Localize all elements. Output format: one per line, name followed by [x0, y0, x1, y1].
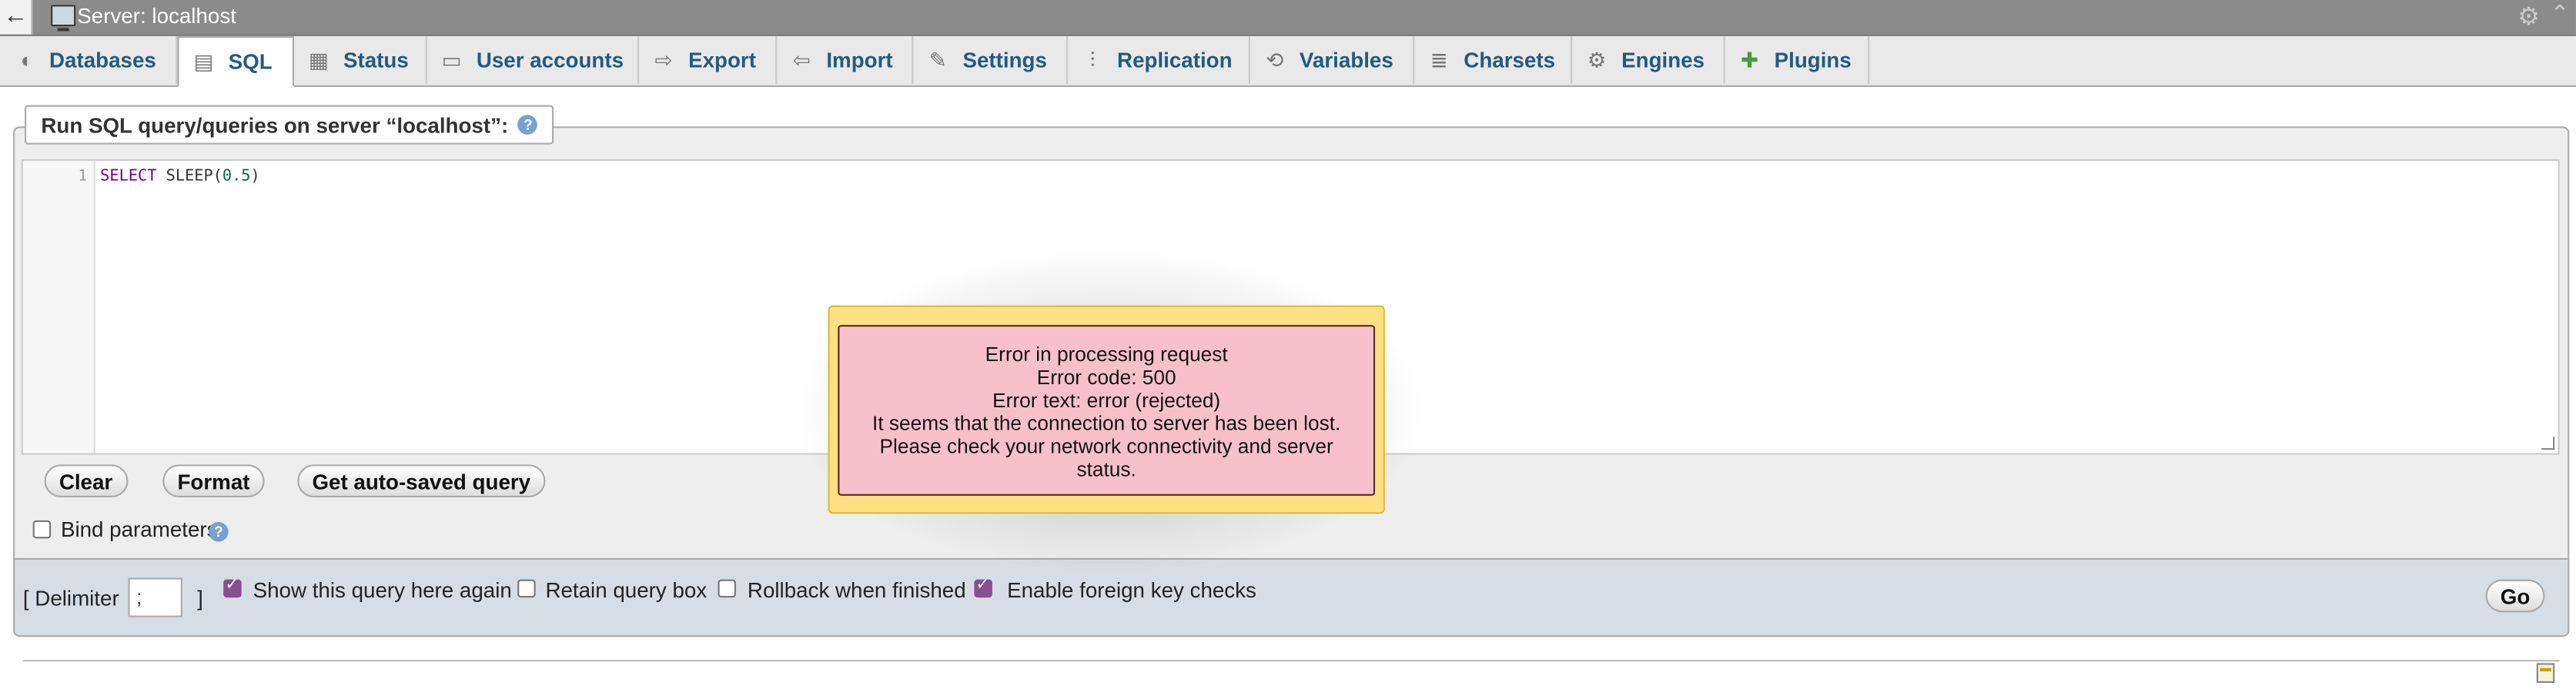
back-button[interactable]: ←	[0, 0, 33, 35]
tab-status[interactable]: ▦ Status	[294, 35, 427, 84]
gear-icon[interactable]: ⚙	[2517, 2, 2540, 31]
export-icon: ⇨	[654, 46, 673, 72]
top-bar: ← Server: localhost ⚙ ⌃	[0, 0, 2576, 36]
tab-label: Variables	[1299, 47, 1393, 72]
tab-charsets[interactable]: ≣ Charsets	[1414, 35, 1573, 84]
tab-label: Import	[826, 47, 893, 72]
error-dialog: Error in processing request Error code: …	[828, 305, 1385, 514]
code-number: 0.5	[222, 167, 251, 186]
tab-label: Engines	[1621, 47, 1705, 72]
tab-plugins[interactable]: ✚ Plugins	[1725, 35, 1870, 84]
tab-databases[interactable]: ◖ Databases	[0, 35, 178, 84]
show-query-label[interactable]: Show this query here again	[253, 577, 512, 602]
retain-query-box-label[interactable]: Retain query box	[545, 577, 707, 602]
code-function: SLEEP(	[156, 167, 222, 186]
bind-parameters-checkbox[interactable]	[32, 520, 52, 539]
tab-label: Export	[688, 47, 756, 72]
replication-icon: ⫶	[1089, 46, 1096, 72]
variables-icon: ⟲	[1266, 46, 1284, 72]
delimiter-close: ]	[197, 586, 203, 611]
tab-variables[interactable]: ⟲ Variables	[1250, 35, 1415, 84]
error-text: Error text: error (rejected)	[992, 389, 1221, 413]
delimiter-label: [ Delimiter	[22, 586, 119, 611]
tab-label: Plugins	[1774, 47, 1852, 72]
code-end: )	[250, 167, 260, 186]
import-icon: ⇦	[792, 46, 811, 72]
foreign-key-checks-checkbox[interactable]	[974, 576, 992, 598]
collapse-icon[interactable]: ⌃	[2550, 0, 2569, 28]
delimiter-input[interactable]: ;	[128, 577, 182, 617]
foreign-key-checks-label[interactable]: Enable foreign key checks	[1007, 577, 1256, 602]
query-legend: Run SQL query/queries on server “localho…	[25, 105, 554, 145]
users-icon: ▭	[441, 46, 462, 72]
error-message: Error in processing request Error code: …	[838, 325, 1376, 496]
server-icon	[51, 5, 76, 32]
bind-parameters-label[interactable]: Bind parameters	[61, 517, 218, 542]
tab-import[interactable]: ⇦ Import	[777, 35, 914, 84]
tab-user-accounts[interactable]: ▭ User accounts	[427, 35, 640, 84]
tab-replication[interactable]: ⫶ Replication	[1068, 35, 1250, 84]
tab-settings[interactable]: ✎ Settings	[913, 35, 1069, 84]
retain-query-box-checkbox[interactable]	[517, 579, 536, 598]
tab-bar: ◖ Databases ▤ SQL ▦ Status ▭ User accounts ⇨…	[0, 35, 2576, 88]
bind-help-icon[interactable]: ?	[209, 522, 229, 542]
tab-label: Charsets	[1464, 47, 1556, 72]
tab-export[interactable]: ⇨ Export	[639, 35, 778, 84]
tab-label: Databases	[49, 47, 156, 72]
tab-label: User accounts	[476, 47, 624, 72]
wrench-icon: ✎	[928, 46, 948, 72]
resize-handle[interactable]	[2541, 437, 2555, 450]
clear-button[interactable]: Clear	[44, 464, 128, 498]
charsets-icon: ≣	[1430, 46, 1448, 72]
help-icon[interactable]: ?	[518, 115, 538, 135]
error-detail-2: Please check your network connectivity a…	[879, 435, 1333, 458]
status-icon: ▦	[308, 46, 330, 72]
tab-label: SQL	[228, 49, 273, 74]
console-icon[interactable]	[2536, 663, 2555, 683]
show-query-checkbox[interactable]	[223, 576, 242, 598]
engines-icon: ⚙	[1587, 46, 1607, 72]
tab-label: Status	[343, 47, 409, 72]
go-button[interactable]: Go	[2485, 579, 2545, 613]
divider	[22, 660, 2560, 662]
line-gutter: 1	[22, 160, 95, 453]
error-detail-1: It seems that the connection to server h…	[872, 412, 1341, 436]
sql-code[interactable]: SELECT SLEEP(0.5)	[100, 167, 260, 185]
error-code: Error code: 500	[1036, 366, 1176, 390]
rollback-label[interactable]: Rollback when finished	[748, 577, 966, 602]
get-auto-saved-query-button[interactable]: Get auto-saved query	[297, 464, 546, 498]
tab-engines[interactable]: ⚙ Engines	[1572, 35, 1725, 84]
code-keyword: SELECT	[100, 167, 157, 186]
error-detail-3: status.	[1076, 457, 1136, 481]
line-number: 1	[78, 169, 88, 186]
server-title[interactable]: Server: localhost	[77, 3, 236, 28]
database-icon: ◖	[18, 46, 32, 72]
rollback-checkbox[interactable]	[718, 579, 736, 598]
legend-text: Run SQL query/queries on server “localho…	[41, 112, 509, 138]
error-title: Error in processing request	[985, 343, 1228, 366]
plugins-icon: ✚	[1740, 46, 1759, 72]
tab-label: Replication	[1117, 47, 1233, 72]
format-button[interactable]: Format	[162, 464, 265, 498]
tab-sql[interactable]: ▤ SQL	[177, 35, 294, 88]
tab-label: Settings	[962, 47, 1047, 72]
sql-icon: ▤	[193, 48, 214, 73]
